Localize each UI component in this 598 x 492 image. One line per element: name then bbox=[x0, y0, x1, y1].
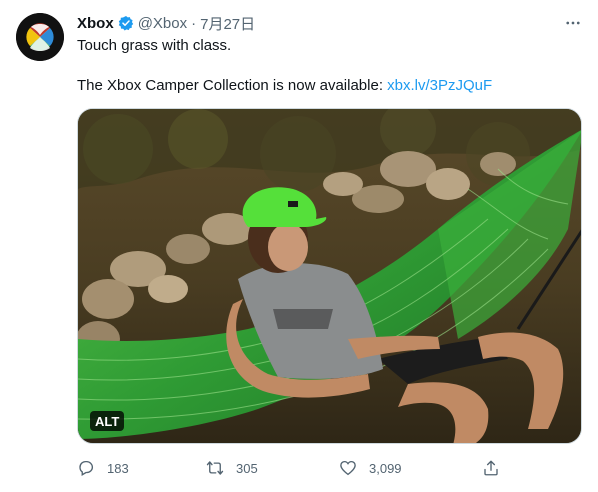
tweet-text-line2: The Xbox Camper Collection is now availa… bbox=[77, 76, 492, 96]
reply-icon bbox=[79, 460, 94, 476]
tweet-date[interactable]: 7月27日 bbox=[200, 13, 255, 34]
tweet-link[interactable]: xbx.lv/3PzJQuF bbox=[387, 77, 492, 94]
xbox-logo-icon bbox=[16, 13, 64, 61]
tweet[interactable]: Xbox @Xbox · 7月27日 Touch grass with clas… bbox=[0, 0, 598, 492]
tweet-text-line1: Touch grass with class. bbox=[77, 37, 232, 54]
avatar[interactable] bbox=[16, 13, 64, 61]
retweet-button[interactable]: 305 bbox=[206, 459, 258, 477]
camper-collection-photo bbox=[78, 109, 581, 443]
tweet-text-prefix: The Xbox Camper Collection is now availa… bbox=[77, 77, 388, 94]
like-button[interactable]: 3,099 bbox=[339, 459, 402, 477]
author-name[interactable]: Xbox bbox=[77, 15, 114, 32]
like-count: 3,099 bbox=[369, 460, 402, 476]
heart-icon bbox=[340, 460, 356, 476]
verified-badge-icon bbox=[118, 15, 134, 31]
alt-text-button[interactable]: ALT bbox=[90, 411, 125, 431]
author-handle[interactable]: @Xbox bbox=[138, 15, 187, 32]
tweet-header: Xbox @Xbox · 7月27日 bbox=[77, 13, 255, 33]
share-button[interactable] bbox=[482, 459, 500, 477]
tweet-actions: 183 305 3,099 bbox=[77, 456, 517, 480]
header-separator: · bbox=[191, 14, 197, 32]
tweet-media-image[interactable]: ALT bbox=[77, 108, 582, 444]
more-dots-icon[interactable] bbox=[562, 13, 584, 33]
reply-count: 183 bbox=[107, 460, 129, 476]
retweet-icon bbox=[206, 461, 224, 475]
share-icon bbox=[484, 460, 498, 476]
reply-button[interactable]: 183 bbox=[77, 459, 129, 477]
retweet-count: 305 bbox=[236, 460, 258, 476]
